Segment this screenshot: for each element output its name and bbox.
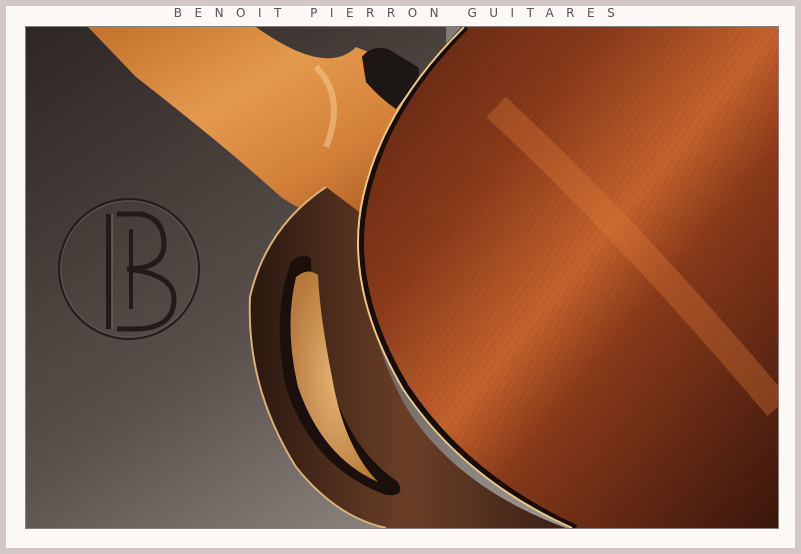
guitar-photo: [25, 26, 779, 529]
page-title: BENOIT PIERRON GUITARES: [173, 6, 628, 20]
